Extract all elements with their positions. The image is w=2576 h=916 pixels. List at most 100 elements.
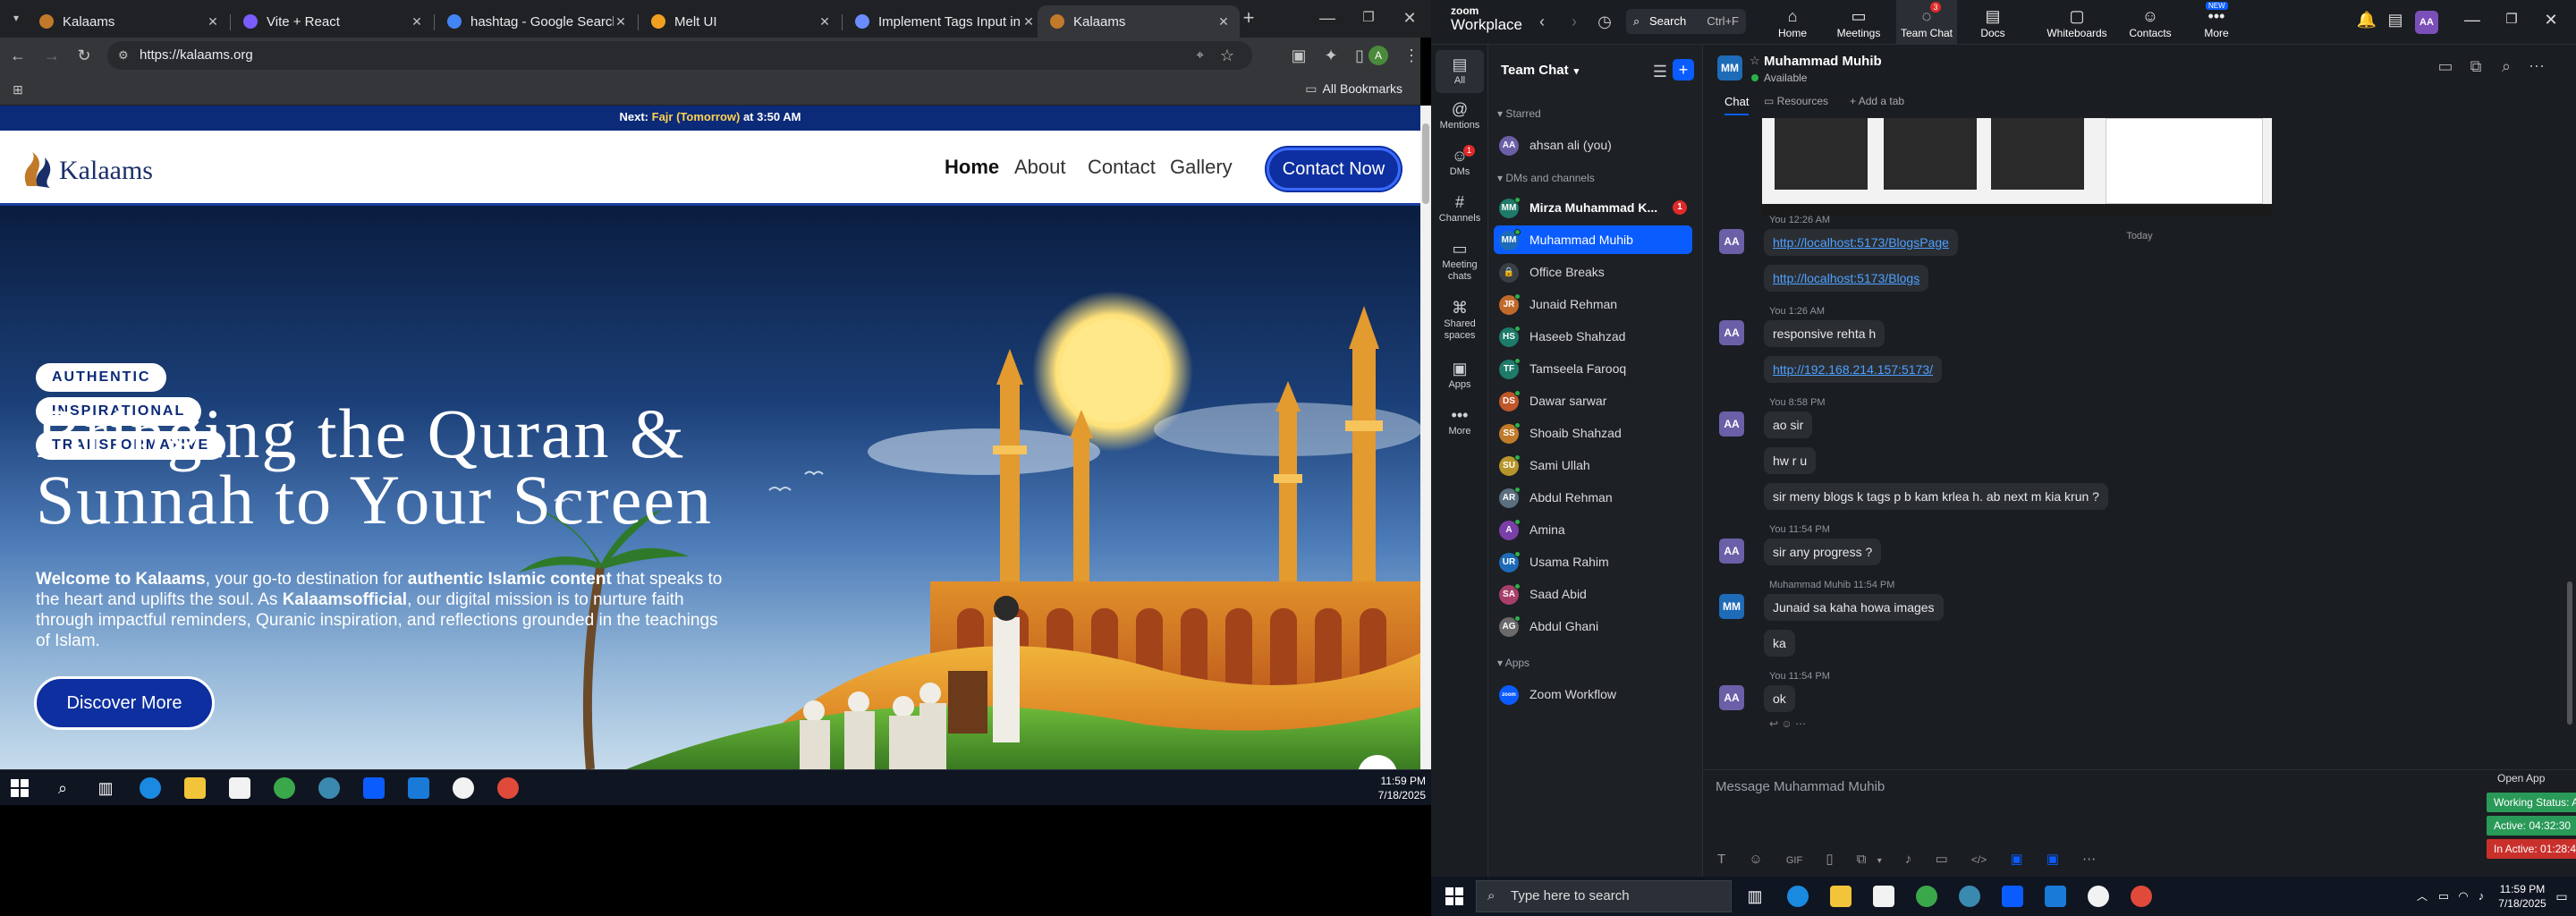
list-item[interactable]: UR Usama Rahim	[1494, 547, 1692, 576]
maximize-icon[interactable]: ❐	[1358, 9, 1379, 27]
section-dms-channels[interactable]: ▾ DMs and channels	[1497, 172, 1595, 184]
rail-shared-spaces[interactable]: ⌘ Shared spaces	[1431, 297, 1488, 342]
close-icon[interactable]: ✕	[206, 14, 220, 29]
chrome-icon[interactable]	[497, 777, 519, 799]
scrollbar-thumb[interactable]	[1422, 123, 1429, 204]
forward-icon[interactable]: →	[41, 47, 63, 64]
browser-tab-active[interactable]: Kalaams ✕	[1038, 5, 1240, 38]
file-explorer-icon[interactable]	[184, 777, 206, 799]
nav-meetings[interactable]: ▭ Meetings	[1828, 5, 1889, 39]
profile-avatar[interactable]: A	[1368, 46, 1388, 65]
rail-all[interactable]: ▤ All	[1436, 50, 1484, 93]
app-icon[interactable]: ▣	[2010, 852, 2022, 867]
message-avatar[interactable]: MM	[1719, 594, 1744, 619]
network-icon[interactable]: ▭	[2433, 887, 2454, 905]
list-item[interactable]: JR Junaid Rehman	[1494, 290, 1692, 318]
browser-tab[interactable]: Melt UI ✕	[639, 5, 841, 38]
discover-more-button[interactable]: Discover More	[34, 676, 215, 730]
code-icon[interactable]: </>	[1971, 853, 1987, 866]
site-info-icon[interactable]: ⚙	[118, 41, 129, 70]
extensions-puzzle-icon[interactable]: ✦	[1320, 47, 1342, 64]
nav-contacts[interactable]: ☺ Contacts	[2120, 5, 2181, 39]
back-icon[interactable]: ←	[7, 47, 29, 64]
vscode-icon[interactable]	[408, 777, 429, 799]
location-icon[interactable]: ⌖	[1197, 41, 1204, 70]
app-icon[interactable]	[1959, 886, 1980, 907]
message-link[interactable]: http://192.168.214.157:5173/	[1764, 356, 1943, 383]
chrome-icon[interactable]	[274, 777, 295, 799]
new-chat-button[interactable]: +	[1673, 59, 1694, 81]
screenshot-icon[interactable]: ⧉	[1857, 852, 1867, 867]
vscode-icon[interactable]	[2045, 886, 2066, 907]
profile-avatar[interactable]: AA	[2415, 11, 2438, 34]
windows-start-icon[interactable]	[11, 779, 29, 797]
contact-avatar[interactable]: MM	[1717, 55, 1742, 81]
list-item[interactable]: zoom Zoom Workflow	[1494, 680, 1692, 708]
list-item[interactable]: DS Dawar sarwar	[1494, 386, 1692, 415]
new-tab-button[interactable]: +	[1238, 8, 1259, 28]
more-options-icon[interactable]: ⋯	[2526, 57, 2547, 75]
zoom-icon[interactable]	[363, 777, 385, 799]
edge-icon[interactable]	[140, 777, 161, 799]
window-close-icon[interactable]: ✕	[2540, 11, 2562, 29]
chrome-icon[interactable]	[1916, 886, 1937, 907]
browser-tab[interactable]: hashtag - Google Search ✕	[435, 5, 637, 38]
shared-image-preview[interactable]	[1762, 118, 2272, 216]
bookmark-star-icon[interactable]: ☆	[1220, 41, 1234, 70]
tab-add[interactable]: + Add a tab	[1850, 95, 1904, 107]
task-view-icon[interactable]: ▥	[1744, 887, 1766, 905]
notification-center-icon[interactable]: ▭	[2551, 887, 2572, 905]
list-item[interactable]: 🔒 Office Breaks	[1494, 258, 1692, 286]
browser-tab[interactable]: Kalaams ✕	[27, 5, 229, 38]
browser-tab[interactable]: Implement Tags Input in Blo✕	[843, 5, 1045, 38]
video-message-icon[interactable]: ▭	[1936, 852, 1948, 867]
app-icon[interactable]: ▣	[2046, 852, 2059, 867]
message-avatar[interactable]: AA	[1719, 539, 1744, 564]
list-title[interactable]: Team Chat ▾	[1501, 63, 1579, 78]
window-close-icon[interactable]: ✕	[1399, 9, 1420, 27]
taskbar-search[interactable]: ⌕ Type here to search	[1476, 880, 1732, 912]
store-icon[interactable]	[229, 777, 250, 799]
left-clock[interactable]: 11:59 PM 7/18/2025	[1378, 774, 1426, 802]
rail-more[interactable]: ••• More	[1431, 404, 1488, 437]
right-clock[interactable]: 11:59 PM 7/18/2025	[2496, 882, 2549, 911]
app-icon[interactable]	[2088, 886, 2109, 907]
nav-docs[interactable]: ▤ Docs	[1962, 5, 2023, 39]
page-scrollbar[interactable]	[1420, 106, 1431, 769]
rail-meeting-chats[interactable]: ▭ Meeting chats	[1431, 238, 1488, 283]
message-avatar[interactable]: AA	[1719, 229, 1744, 254]
emoji-icon[interactable]: ☺	[1749, 852, 1762, 867]
site-logo[interactable]: Kalaams	[20, 150, 153, 191]
list-item[interactable]: SU Sami Ullah	[1494, 451, 1692, 479]
sidebar-icon[interactable]: ▯	[1349, 47, 1370, 64]
search-icon[interactable]: ⌕	[52, 779, 73, 797]
close-icon[interactable]: ✕	[1021, 14, 1036, 29]
minimize-icon[interactable]: —	[1317, 9, 1338, 27]
message-avatar[interactable]: AA	[1719, 685, 1744, 710]
store-icon[interactable]	[1873, 886, 1894, 907]
file-explorer-icon[interactable]	[1830, 886, 1852, 907]
list-item[interactable]: A Amina	[1494, 515, 1692, 544]
section-apps[interactable]: ▾ Apps	[1497, 657, 1530, 669]
nav-whiteboards[interactable]: ▢ Whiteboards	[2041, 5, 2113, 39]
nav-team-chat[interactable]: ◌ Team Chat 3	[1896, 0, 1957, 45]
nav-gallery[interactable]: Gallery	[1170, 156, 1233, 179]
list-item[interactable]: AR Abdul Rehman	[1494, 483, 1692, 512]
filter-icon[interactable]: ☰	[1649, 63, 1671, 81]
message-avatar[interactable]: AA	[1719, 411, 1744, 437]
app-icon[interactable]	[453, 777, 474, 799]
forward-icon[interactable]: ›	[1563, 13, 1585, 30]
tab-resources[interactable]: ▭ Resources	[1764, 95, 1828, 107]
tab-search-icon[interactable]: ▾	[5, 9, 27, 27]
list-item[interactable]: AG Abdul Ghani	[1494, 612, 1692, 640]
apps-grid-icon[interactable]: ⊞	[7, 81, 29, 98]
format-icon[interactable]: T	[1717, 852, 1725, 867]
rail-mentions[interactable]: @ Mentions	[1431, 98, 1488, 131]
rail-dms[interactable]: ☺ DMs 1	[1431, 145, 1488, 178]
zoom-icon[interactable]	[2002, 886, 2023, 907]
nav-home[interactable]: Home	[945, 156, 999, 179]
star-icon[interactable]: ☆	[1750, 54, 1760, 68]
volume-icon[interactable]: ♪	[2470, 887, 2492, 905]
browser-menu-icon[interactable]: ⋮	[1401, 47, 1422, 64]
message-input[interactable]: Message Muhammad Muhib	[1716, 779, 2413, 815]
